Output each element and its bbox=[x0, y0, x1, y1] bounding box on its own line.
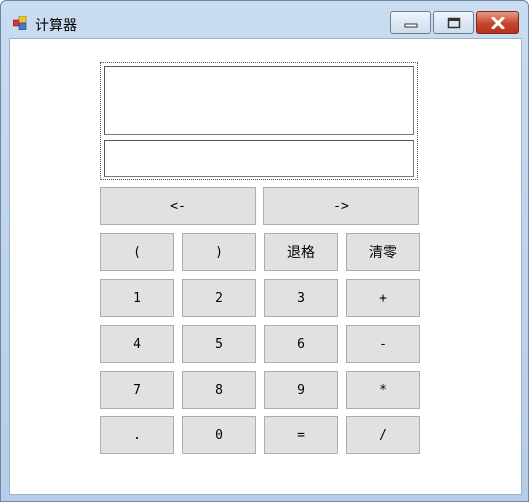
maximize-icon bbox=[447, 17, 460, 28]
digit-3-button[interactable]: 3 bbox=[264, 279, 338, 317]
divide-button[interactable]: / bbox=[346, 416, 420, 454]
maximize-button[interactable] bbox=[433, 11, 474, 34]
digit-9-button[interactable]: 9 bbox=[264, 371, 338, 409]
equals-button[interactable]: = bbox=[264, 416, 338, 454]
digit-7-button[interactable]: 7 bbox=[100, 371, 174, 409]
display-panel bbox=[100, 62, 418, 180]
digit-4-button[interactable]: 4 bbox=[100, 325, 174, 363]
multiply-button[interactable]: * bbox=[346, 371, 420, 409]
calculator-window: 计算器 <- -> ( ) 退格 清零 1 2 3 + 4 5 6 - 7 8 … bbox=[0, 0, 529, 502]
open-paren-button[interactable]: ( bbox=[100, 233, 174, 271]
digit-6-button[interactable]: 6 bbox=[264, 325, 338, 363]
plus-button[interactable]: + bbox=[346, 279, 420, 317]
cursor-right-button[interactable]: -> bbox=[263, 187, 419, 225]
digit-1-button[interactable]: 1 bbox=[100, 279, 174, 317]
minimize-button[interactable] bbox=[390, 11, 431, 34]
digit-8-button[interactable]: 8 bbox=[182, 371, 256, 409]
decimal-point-button[interactable]: . bbox=[100, 416, 174, 454]
window-title: 计算器 bbox=[35, 18, 77, 34]
title-bar[interactable]: 计算器 bbox=[1, 1, 528, 37]
close-icon bbox=[491, 16, 504, 29]
expression-display[interactable] bbox=[104, 66, 414, 135]
cursor-left-button[interactable]: <- bbox=[100, 187, 256, 225]
app-icon bbox=[13, 16, 27, 30]
close-button[interactable] bbox=[476, 11, 519, 34]
result-display[interactable] bbox=[104, 140, 414, 177]
backspace-button[interactable]: 退格 bbox=[264, 233, 338, 271]
client-area: <- -> ( ) 退格 清零 1 2 3 + 4 5 6 - 7 8 9 * … bbox=[9, 38, 522, 495]
clear-button[interactable]: 清零 bbox=[346, 233, 420, 271]
minimize-icon bbox=[404, 23, 417, 27]
digit-0-button[interactable]: 0 bbox=[182, 416, 256, 454]
digit-2-button[interactable]: 2 bbox=[182, 279, 256, 317]
close-paren-button[interactable]: ) bbox=[182, 233, 256, 271]
minus-button[interactable]: - bbox=[346, 325, 420, 363]
digit-5-button[interactable]: 5 bbox=[182, 325, 256, 363]
